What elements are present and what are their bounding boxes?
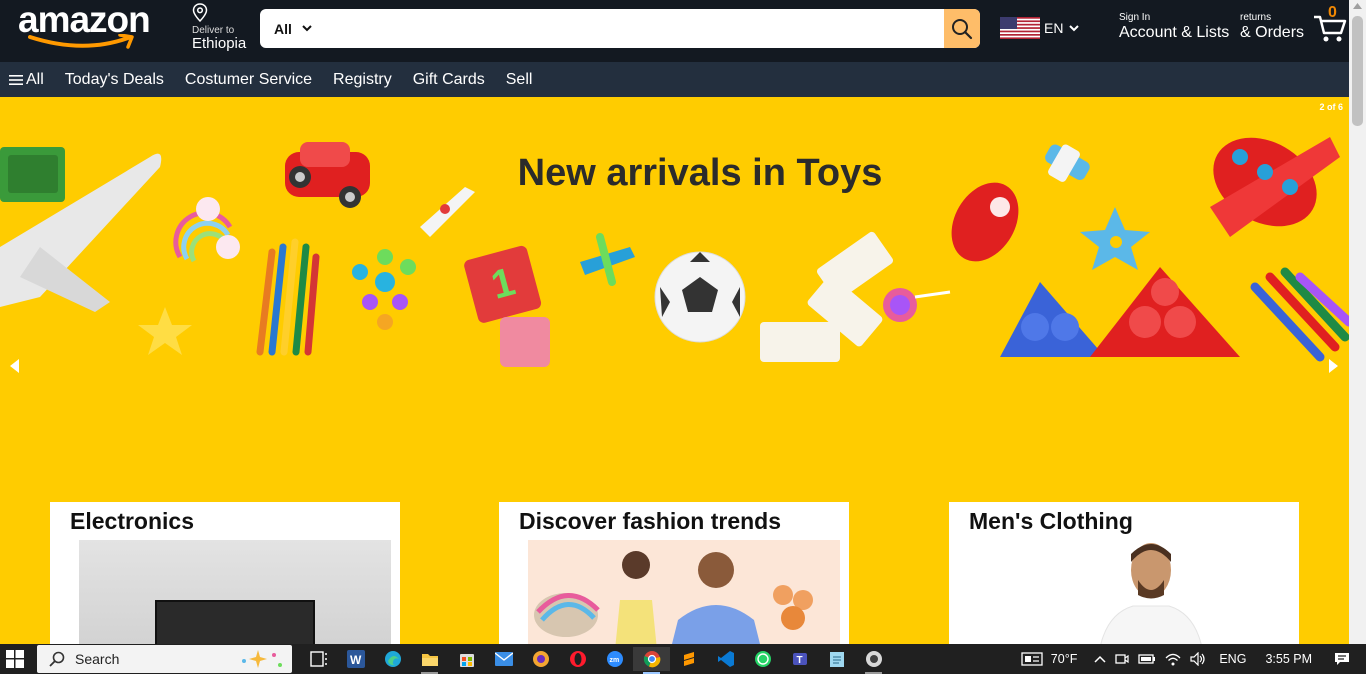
meet-now-icon[interactable]	[1115, 652, 1129, 666]
amazon-logo[interactable]: amazon	[18, 0, 176, 52]
orders-label: & Orders	[1240, 24, 1305, 41]
deliver-to-location[interactable]: Deliver to Ethiopia	[192, 3, 254, 53]
tray-overflow-chevron-icon[interactable]	[1094, 655, 1106, 663]
search-category-select[interactable]: All	[260, 9, 322, 48]
carousel-next-arrow-icon[interactable]	[1329, 359, 1339, 373]
cart-button[interactable]: 0	[1313, 4, 1349, 44]
page-scrollbar[interactable]	[1349, 0, 1366, 644]
sign-in-label: Sign In	[1119, 12, 1151, 23]
location-pin-icon	[192, 3, 208, 22]
man-tshirt-illustration	[1100, 543, 1202, 644]
amazon-page: amazon Deliver to Ethiopia All EN Sign I…	[0, 0, 1349, 644]
svg-text:zm: zm	[609, 657, 619, 664]
notepad-icon[interactable]	[818, 647, 855, 671]
nav-registry[interactable]: Registry	[333, 71, 392, 89]
card-electronics[interactable]: Electronics	[50, 502, 400, 644]
chevron-down-icon	[1069, 24, 1080, 31]
mail-icon[interactable]	[485, 647, 522, 671]
language-selector[interactable]: EN	[1000, 17, 1080, 39]
returns-label: returns	[1240, 12, 1272, 23]
search-icon	[49, 651, 65, 667]
deliver-location: Ethiopia	[192, 35, 247, 52]
windows-start-icon[interactable]	[6, 650, 24, 668]
taskbar-search-box[interactable]: Search	[37, 645, 292, 673]
search-input[interactable]	[322, 9, 944, 48]
edge-icon[interactable]	[374, 647, 411, 671]
hamburger-menu-icon	[9, 74, 23, 85]
search-category-value: All	[274, 20, 292, 37]
whatsapp-icon[interactable]	[744, 647, 781, 671]
carousel-prev-arrow-icon[interactable]	[10, 359, 20, 373]
nav-gift-cards[interactable]: Gift Cards	[413, 71, 485, 89]
news-widget-icon	[1021, 652, 1043, 666]
scroll-up-arrow-icon[interactable]	[1353, 3, 1362, 9]
header-top-bar: amazon Deliver to Ethiopia All EN Sign I…	[0, 0, 1349, 62]
cart-icon	[1314, 15, 1347, 42]
system-tray: 70°F ENG 3:55 PM	[1021, 644, 1366, 674]
file-explorer-icon[interactable]	[411, 647, 448, 674]
search-highlight-sparkle-icon	[242, 650, 282, 668]
hero-carousel: 1 New arrivals in Toys 2 of 6 Electronic…	[0, 97, 1349, 644]
scrollbar-thumb[interactable]	[1352, 16, 1363, 126]
card-title: Men's Clothing	[969, 508, 1133, 534]
notifications-icon[interactable]	[1334, 652, 1350, 666]
nav-all-menu[interactable]: All	[9, 71, 44, 89]
us-flag-icon	[1000, 17, 1040, 39]
account-lists-label: Account & Lists	[1119, 24, 1230, 41]
battery-icon[interactable]	[1138, 654, 1156, 664]
search-button[interactable]	[944, 9, 980, 48]
windows-taskbar: Search W zm T 70°F ENG 3:55 PM	[0, 644, 1366, 674]
slide-counter: 2 of 6	[1319, 102, 1343, 112]
input-language[interactable]: ENG	[1219, 652, 1246, 666]
svg-text:W: W	[350, 653, 362, 667]
store-icon[interactable]	[448, 647, 485, 671]
card-title: Electronics	[70, 508, 194, 534]
word-icon[interactable]: W	[337, 647, 374, 671]
fashion-models-illustration	[534, 551, 813, 644]
logo-text: amazon	[18, 0, 151, 40]
vscode-icon[interactable]	[707, 647, 744, 671]
zoom-icon[interactable]: zm	[596, 647, 633, 671]
obs-icon[interactable]	[855, 647, 892, 674]
task-view-icon[interactable]	[300, 647, 337, 671]
fashion-image	[528, 540, 840, 644]
nav-customer-service[interactable]: Costumer Service	[185, 71, 312, 89]
chevron-down-icon	[302, 25, 312, 32]
search-bar: All	[260, 9, 980, 48]
account-lists[interactable]: Sign In Account & Lists	[1119, 12, 1229, 42]
chrome-icon[interactable]	[633, 647, 670, 674]
taskbar-search-label: Search	[75, 651, 120, 667]
logo-smile-icon	[28, 34, 134, 49]
svg-text:T: T	[796, 655, 802, 666]
header-nav-bar: All Today's Deals Costumer Service Regis…	[0, 62, 1349, 97]
card-title: Discover fashion trends	[519, 508, 782, 534]
search-icon	[952, 18, 973, 39]
weather-temp: 70°F	[1050, 652, 1078, 666]
teams-icon[interactable]: T	[781, 647, 818, 671]
nav-all-label: All	[26, 70, 44, 88]
wifi-icon[interactable]	[1165, 653, 1181, 666]
card-fashion[interactable]: Discover fashion trends	[499, 502, 849, 644]
language-code: EN	[1044, 20, 1064, 36]
nav-sell[interactable]: Sell	[506, 71, 533, 89]
brave-icon[interactable]	[522, 647, 559, 671]
clock[interactable]: 3:55 PM	[1265, 652, 1312, 666]
volume-icon[interactable]	[1190, 652, 1206, 666]
toys-banner-image: 1	[0, 137, 1349, 367]
returns-orders[interactable]: returns & Orders	[1240, 12, 1304, 42]
card-mens-clothing[interactable]: Men's Clothing	[949, 502, 1299, 644]
hero-title: New arrivals in Toys	[517, 152, 883, 194]
taskbar-pinned-apps: W zm T	[300, 647, 892, 674]
opera-icon[interactable]	[559, 647, 596, 671]
electronics-image	[79, 540, 391, 644]
mens-clothing-image	[978, 540, 1290, 644]
sublime-icon[interactable]	[670, 647, 707, 671]
nav-todays-deals[interactable]: Today's Deals	[65, 71, 164, 89]
weather-widget[interactable]: 70°F	[1021, 652, 1078, 666]
